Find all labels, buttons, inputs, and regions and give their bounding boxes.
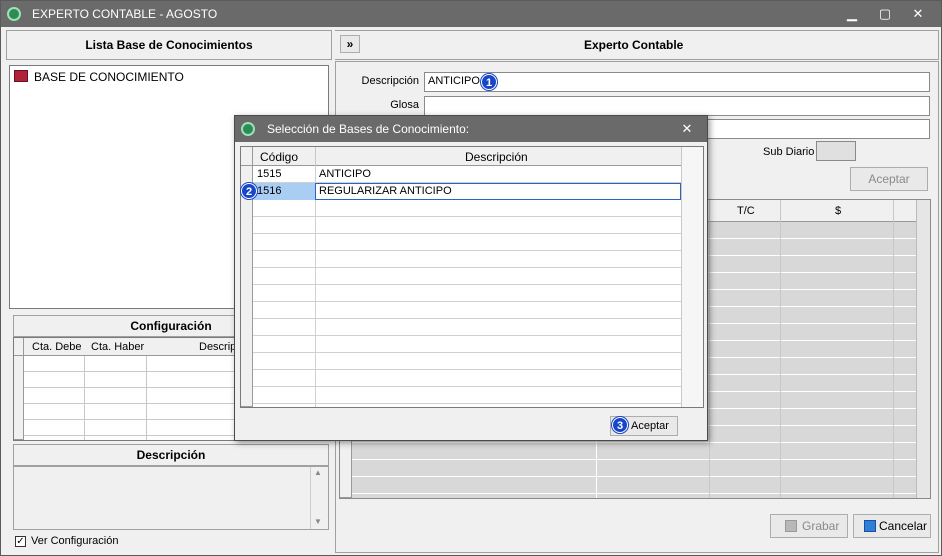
descripcion-label: Descripción: [361, 75, 419, 87]
col-cta-debe: Cta. Debe: [32, 341, 82, 353]
col-descripcion: Descripción: [465, 150, 528, 164]
descripcion-input[interactable]: ANTICIPO: [424, 72, 930, 92]
scroll-down-icon[interactable]: ▼: [314, 517, 322, 526]
experto-header: Experto Contable: [584, 38, 684, 52]
kb-header-marker: [241, 147, 253, 166]
grabar-label: Grabar: [802, 519, 840, 533]
dialog-close-icon[interactable]: ✕: [677, 119, 697, 139]
row-code: 1516: [257, 185, 282, 197]
title-bar: EXPERTO CONTABLE - AGOSTO ▁ ▢ ✕: [1, 1, 941, 27]
kb-grid-header: Código Descripción: [241, 147, 681, 166]
dialog-title-bar: Selección de Bases de Conocimiento: ✕: [235, 116, 707, 142]
step-badge-2: 2: [241, 183, 257, 199]
dialog-aceptar-label: Aceptar: [631, 420, 669, 432]
step-badge-3: 3: [612, 417, 628, 433]
row-code: 1515: [257, 168, 282, 180]
ver-config-label: Ver Configuración: [31, 535, 119, 547]
tree-item-base[interactable]: BASE DE CONOCIMIENTO: [34, 70, 184, 84]
dialog-logo-icon: [241, 122, 255, 136]
row-desc: REGULARIZAR ANTICIPO: [319, 185, 452, 197]
row-desc-editor[interactable]: REGULARIZAR ANTICIPO: [315, 183, 681, 200]
dialog-title: Selección de Bases de Conocimiento:: [267, 122, 470, 136]
step-badge-1: 1: [481, 74, 497, 90]
window-title: EXPERTO CONTABLE - AGOSTO: [32, 7, 218, 21]
ver-config-checkbox[interactable]: ✓: [15, 536, 26, 547]
col-tc: T/C: [737, 205, 755, 217]
col-dolar: $: [835, 205, 842, 217]
knowledge-list-header: Lista Base de Conocimientos: [6, 30, 332, 60]
grabar-button[interactable]: Grabar: [770, 514, 848, 538]
kb-row-marker-column: [241, 166, 253, 407]
row-desc: ANTICIPO: [319, 168, 371, 180]
knowledge-base-grid[interactable]: Código Descripción 1515 ANTICIPO 1516 RE…: [240, 146, 704, 408]
col-descrip: Descrip: [199, 341, 237, 353]
kb-rows: [241, 166, 681, 407]
expand-button[interactable]: »: [340, 35, 360, 53]
cancelar-label: Cancelar: [879, 519, 928, 533]
subdiario-label: Sub Diario: [763, 146, 815, 158]
row-marker: [14, 338, 24, 356]
exit-icon: [864, 520, 876, 532]
minimize-icon[interactable]: ▁: [842, 4, 862, 24]
scroll-up-icon[interactable]: ▲: [314, 468, 322, 477]
maximize-icon[interactable]: ▢: [875, 4, 895, 24]
col-codigo: Código: [260, 150, 299, 164]
glosa-label: Glosa: [390, 99, 419, 111]
aceptar-top-button[interactable]: Aceptar: [850, 167, 928, 191]
description-area[interactable]: ▲ ▼: [13, 466, 329, 530]
kb-grid-empty-area: [681, 147, 703, 407]
description-header: Descripción: [13, 444, 329, 466]
save-icon: [785, 520, 797, 532]
col-cta-haber: Cta. Haber: [91, 341, 145, 353]
row-marker-column: [14, 356, 24, 440]
book-icon: [14, 70, 28, 82]
subdiario-input[interactable]: [816, 141, 856, 161]
entries-scrollbar[interactable]: [916, 200, 930, 498]
glosa-input[interactable]: [424, 96, 930, 116]
table-row-selected[interactable]: 1516 REGULARIZAR ANTICIPO: [253, 183, 681, 200]
close-icon[interactable]: ✕: [908, 4, 928, 24]
table-row[interactable]: 1515 ANTICIPO: [253, 166, 681, 182]
cancelar-button[interactable]: Cancelar: [853, 514, 931, 538]
description-scrollbar[interactable]: ▲ ▼: [310, 467, 326, 529]
app-logo-icon: [7, 7, 21, 21]
selection-dialog: Selección de Bases de Conocimiento: ✕ Có…: [234, 115, 708, 441]
